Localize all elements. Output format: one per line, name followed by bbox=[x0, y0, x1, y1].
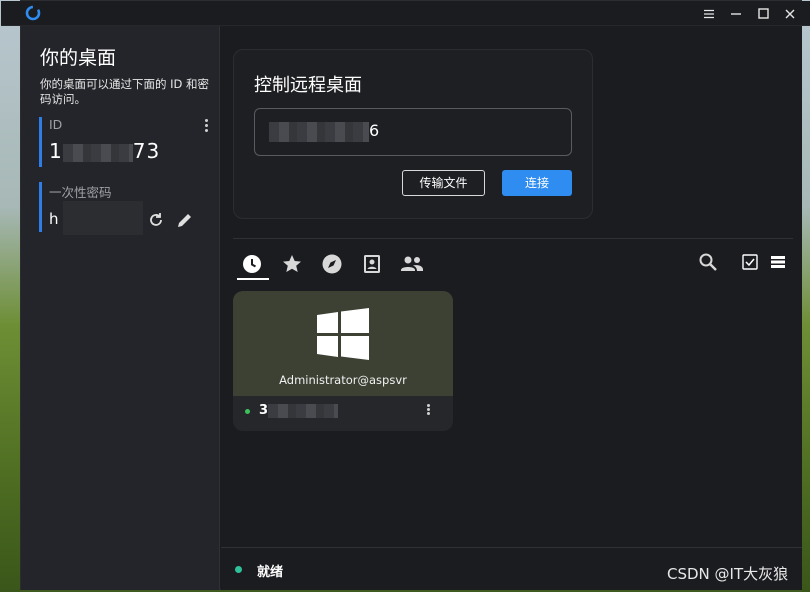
peer-id-start: 3 bbox=[259, 403, 269, 418]
list-view-icon bbox=[771, 256, 785, 268]
star-icon bbox=[283, 255, 301, 272]
rustdesk-logo-icon bbox=[25, 5, 41, 21]
contact-book-icon bbox=[364, 255, 380, 273]
your-desktop-description: 你的桌面可以通过下面的 ID 和密码访问。 bbox=[40, 77, 210, 106]
compass-icon bbox=[322, 254, 342, 274]
connect-button[interactable]: 连接 bbox=[502, 170, 572, 196]
transfer-file-button[interactable]: 传输文件 bbox=[402, 170, 485, 196]
desktop-background-left bbox=[0, 0, 20, 592]
clock-icon bbox=[243, 255, 261, 273]
redacted-password-blur bbox=[63, 201, 143, 235]
left-panel: 你的桌面 你的桌面可以通过下面的 ID 和密码访问。 ID 1 73 一次性密码 … bbox=[21, 26, 220, 590]
desktop-background-right bbox=[802, 0, 810, 592]
control-remote-title: 控制远程桌面 bbox=[254, 75, 362, 96]
list-view-button[interactable] bbox=[767, 251, 789, 273]
active-tab-indicator bbox=[237, 278, 269, 280]
tab-discovered[interactable] bbox=[317, 249, 347, 279]
id-value-start: 1 bbox=[49, 139, 63, 163]
redacted-id-blur bbox=[62, 143, 133, 162]
id-field: ID 1 73 bbox=[39, 117, 211, 167]
minimize-button[interactable] bbox=[723, 1, 749, 26]
control-remote-card: 控制远程桌面 6 传输文件 连接 bbox=[233, 49, 593, 219]
peer-more-icon[interactable] bbox=[425, 403, 431, 416]
menu-icon[interactable] bbox=[696, 1, 722, 26]
password-value-start: h bbox=[49, 210, 59, 228]
redacted-peer-id-blur bbox=[268, 403, 339, 418]
tab-address-book[interactable] bbox=[357, 249, 387, 279]
peer-thumbnail: Administrator@aspsvr bbox=[233, 291, 453, 396]
tab-group[interactable] bbox=[397, 249, 427, 279]
status-text: 就绪 bbox=[257, 565, 284, 580]
windows-logo-icon bbox=[317, 308, 369, 360]
close-button[interactable] bbox=[777, 1, 803, 26]
main-panel: 控制远程桌面 6 传输文件 连接 Administrator@aspsvr 3 … bbox=[221, 26, 802, 590]
online-status-dot bbox=[245, 409, 250, 414]
checkbox-icon bbox=[742, 254, 758, 270]
peer-name: Administrator@aspsvr bbox=[279, 373, 407, 387]
redacted-remote-id-blur bbox=[269, 121, 369, 142]
password-label: 一次性密码 bbox=[49, 185, 112, 200]
edit-pencil-icon[interactable] bbox=[175, 210, 195, 230]
your-desktop-title: 你的桌面 bbox=[40, 47, 117, 69]
id-value-end: 73 bbox=[132, 139, 161, 163]
search-button[interactable] bbox=[697, 251, 719, 273]
search-icon bbox=[699, 253, 717, 271]
maximize-button[interactable] bbox=[750, 1, 776, 26]
tab-favorites[interactable] bbox=[277, 249, 307, 279]
status-indicator-dot bbox=[235, 566, 242, 573]
watermark-text: CSDN @IT大灰狼 bbox=[667, 565, 789, 583]
title-bar[interactable] bbox=[1, 1, 810, 26]
section-divider bbox=[233, 238, 793, 239]
id-label: ID bbox=[49, 117, 63, 132]
refresh-icon[interactable] bbox=[147, 211, 165, 229]
remote-id-input[interactable]: 6 bbox=[254, 108, 572, 156]
group-icon bbox=[401, 256, 423, 271]
more-options-icon[interactable] bbox=[203, 117, 209, 134]
app-window: 你的桌面 你的桌面可以通过下面的 ID 和密码访问。 ID 1 73 一次性密码 … bbox=[1, 0, 810, 590]
tab-recent[interactable] bbox=[237, 249, 267, 279]
peer-id: 3 bbox=[259, 403, 339, 418]
peer-card[interactable]: Administrator@aspsvr 3 bbox=[233, 291, 453, 431]
id-value[interactable]: 1 73 bbox=[49, 139, 211, 163]
multi-select-button[interactable] bbox=[739, 251, 761, 273]
remote-id-value-end: 6 bbox=[369, 121, 380, 140]
password-field: 一次性密码 h bbox=[39, 182, 211, 235]
